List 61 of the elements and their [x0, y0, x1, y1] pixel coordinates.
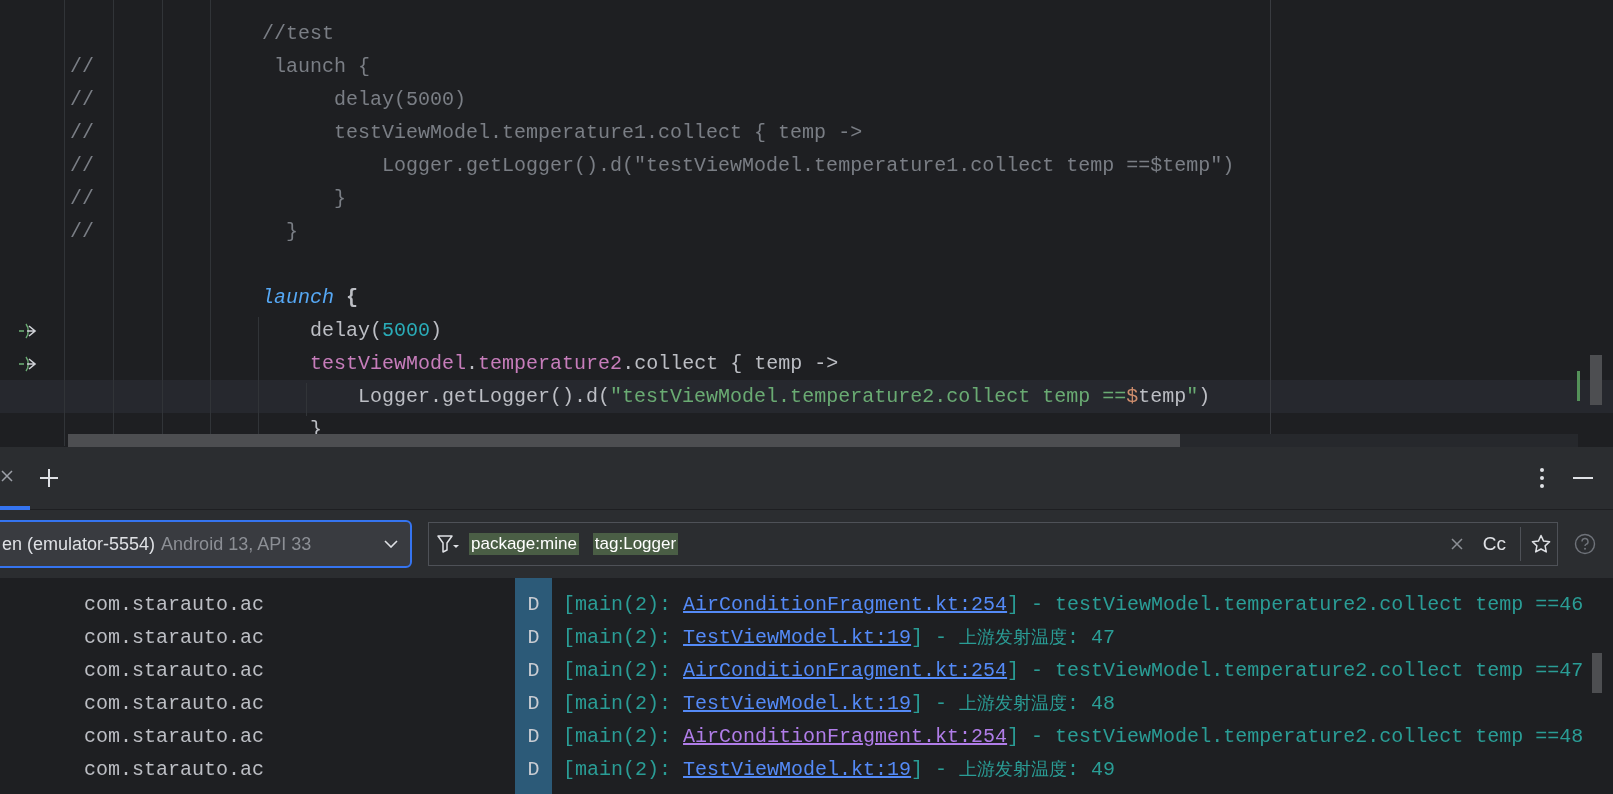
log-level: D [526, 591, 541, 618]
log-message: ] - testViewModel.temperature2.collect temp ==47 [1007, 658, 1584, 682]
source-link[interactable]: TestViewModel.kt:19 [683, 757, 912, 781]
log-level: D [526, 690, 541, 717]
thread-label: [main(2): [563, 691, 673, 715]
device-name: en (emulator-5554) [2, 532, 156, 556]
filter-icon[interactable] [437, 534, 459, 554]
clear-icon[interactable] [1450, 538, 1463, 550]
code-line: // delay(5000) [70, 87, 467, 113]
package-name: com.starauto.ac [83, 591, 266, 618]
help-icon[interactable] [1574, 533, 1596, 555]
code-line: testViewModel.temperature2.collect { temp -> [309, 351, 839, 377]
thread-label: [main(2): [563, 757, 673, 781]
scrollbar-thumb[interactable] [1592, 653, 1602, 693]
package-name: com.starauto.ac [83, 690, 266, 717]
thread-label: [main(2): [563, 658, 673, 682]
scrollbar-thumb[interactable] [68, 434, 1180, 447]
source-link[interactable]: AirConditionFragment.kt:254 [683, 592, 1008, 616]
code-line: // launch { [70, 54, 371, 80]
log-level: D [526, 723, 541, 750]
package-name: com.starauto.ac [83, 657, 266, 684]
log-level: D [526, 756, 541, 783]
package-name: com.starauto.ac [83, 624, 266, 651]
log-message: ] - 上游发射温度: 49 [911, 757, 1116, 781]
device-dropdown[interactable]: en (emulator-5554) Android 13, API 33 [0, 520, 412, 568]
log-level: D [526, 624, 541, 651]
device-detail: Android 13, API 33 [161, 532, 312, 556]
chevron-down-icon [384, 540, 398, 548]
code-line: delay(5000) [309, 318, 443, 344]
package-name: com.starauto.ac [83, 756, 266, 783]
log-message: ] - 上游发射温度: 47 [911, 625, 1116, 649]
log-message: ] - testViewModel.temperature2.collect temp ==46 [1007, 592, 1584, 616]
filter-field[interactable]: package:mine tag:Logger Cc [428, 522, 1558, 566]
thread-label: [main(2): [563, 724, 673, 748]
source-link[interactable]: TestViewModel.kt:19 [683, 625, 912, 649]
close-icon[interactable] [0, 469, 14, 483]
thread-label: [main(2): [563, 625, 673, 649]
scrollbar-thumb[interactable] [1590, 355, 1602, 405]
thread-label: [main(2): [563, 592, 673, 616]
code-line: // testViewModel.temperature1.collect { temp -> [70, 120, 863, 146]
source-link[interactable]: AirConditionFragment.kt:254 [683, 658, 1008, 682]
more-icon[interactable] [1539, 467, 1545, 489]
filter-term: tag:Logger [592, 533, 679, 555]
code-line: // Logger.getLogger().d("testViewModel.temperature1.collect temp ==$temp") [70, 153, 1235, 179]
log-message: ] - 上游发射温度: 48 [911, 691, 1116, 715]
code-line: Logger.getLogger().d("testViewModel.temperature2.collect temp ==$temp") [357, 384, 1211, 410]
source-link[interactable]: AirConditionFragment.kt:254 [683, 724, 1008, 748]
change-marker [1577, 371, 1580, 401]
code-line: //test [261, 21, 335, 47]
add-icon[interactable] [38, 467, 60, 489]
code-line: launch { [261, 285, 359, 311]
code-line: // } [70, 186, 347, 212]
package-name: com.starauto.ac [83, 723, 266, 750]
minimize-icon[interactable] [1573, 476, 1593, 480]
log-level: D [526, 657, 541, 684]
log-message: ] - testViewModel.temperature2.collect temp ==48 [1007, 724, 1584, 748]
match-case-button[interactable]: Cc [1482, 529, 1506, 559]
code-line: // } [70, 219, 299, 245]
source-link[interactable]: TestViewModel.kt:19 [683, 691, 912, 715]
filter-term: package:mine [469, 533, 579, 555]
star-icon[interactable] [1531, 534, 1551, 554]
